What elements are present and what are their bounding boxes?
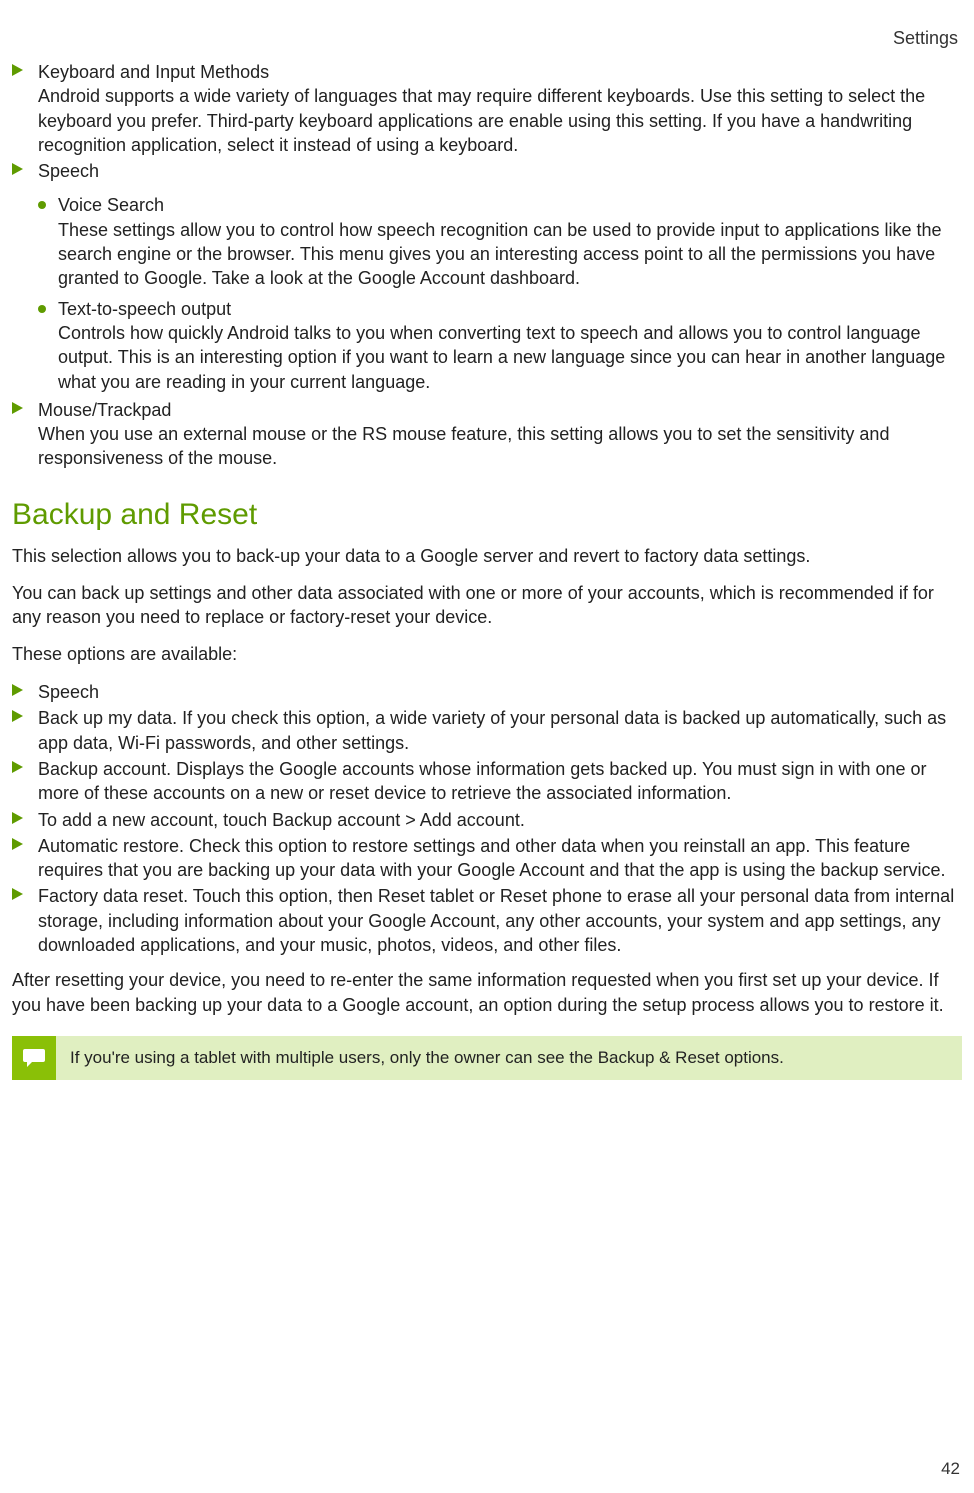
list-item: Text-to-speech output Controls how quick… <box>38 294 962 397</box>
paragraph: After resetting your device, you need to… <box>12 968 962 1018</box>
list-item: Speech <box>12 158 962 184</box>
item-body: Controls how quickly Android talks to yo… <box>58 321 962 394</box>
list-item: Voice Search These settings allow you to… <box>38 190 962 293</box>
triangle-icon <box>12 706 38 755</box>
list-item: Keyboard and Input Methods Android suppo… <box>12 59 962 158</box>
item-text: Backup account. Displays the Google acco… <box>38 757 962 806</box>
paragraph: These options are available: <box>12 642 962 667</box>
speech-bubble-icon <box>12 1036 56 1080</box>
triangle-icon <box>12 60 38 157</box>
item-title: Keyboard and Input Methods <box>38 60 962 84</box>
triangle-icon <box>12 398 38 471</box>
item-body: When you use an external mouse or the RS… <box>38 422 962 471</box>
list-item: Speech <box>12 679 962 705</box>
paragraph: This selection allows you to back-up you… <box>12 544 962 569</box>
list-item: To add a new account, touch Backup accou… <box>12 807 962 833</box>
page-number: 42 <box>941 1459 960 1479</box>
list-item: Mouse/Trackpad When you use an external … <box>12 397 962 472</box>
paragraph: You can back up settings and other data … <box>12 581 962 631</box>
item-text: Back up my data. If you check this optio… <box>38 706 962 755</box>
triangle-icon <box>12 884 38 957</box>
triangle-icon <box>12 159 38 183</box>
section-heading: Backup and Reset <box>12 498 962 532</box>
list-item: Backup account. Displays the Google acco… <box>12 756 962 807</box>
triangle-icon <box>12 757 38 806</box>
triangle-icon <box>12 834 38 883</box>
item-title: Speech <box>38 159 962 183</box>
options-list: Speech Back up my data. If you check thi… <box>12 679 962 958</box>
item-text: Factory data reset. Touch this option, t… <box>38 884 962 957</box>
list-item: Factory data reset. Touch this option, t… <box>12 883 962 958</box>
dot-icon <box>38 297 58 394</box>
running-header: Settings <box>10 28 958 49</box>
item-body: Android supports a wide variety of langu… <box>38 84 962 157</box>
list-item: Back up my data. If you check this optio… <box>12 705 962 756</box>
note-text: If you're using a tablet with multiple u… <box>56 1036 962 1080</box>
item-title: Mouse/Trackpad <box>38 398 962 422</box>
item-body: These settings allow you to control how … <box>58 218 962 291</box>
item-text: Speech <box>38 680 962 704</box>
top-list: Keyboard and Input Methods Android suppo… <box>12 59 962 472</box>
note-callout: If you're using a tablet with multiple u… <box>12 1036 962 1080</box>
item-title: Text-to-speech output <box>58 297 962 321</box>
dot-icon <box>38 193 58 290</box>
content: Keyboard and Input Methods Android suppo… <box>10 59 964 1080</box>
item-title: Voice Search <box>58 193 962 217</box>
item-text: Automatic restore. Check this option to … <box>38 834 962 883</box>
triangle-icon <box>12 680 38 704</box>
page: Settings Keyboard and Input Methods Andr… <box>0 0 974 1493</box>
nested-list: Voice Search These settings allow you to… <box>12 190 962 396</box>
list-item: Automatic restore. Check this option to … <box>12 833 962 884</box>
triangle-icon <box>12 808 38 832</box>
item-text: To add a new account, touch Backup accou… <box>38 808 962 832</box>
